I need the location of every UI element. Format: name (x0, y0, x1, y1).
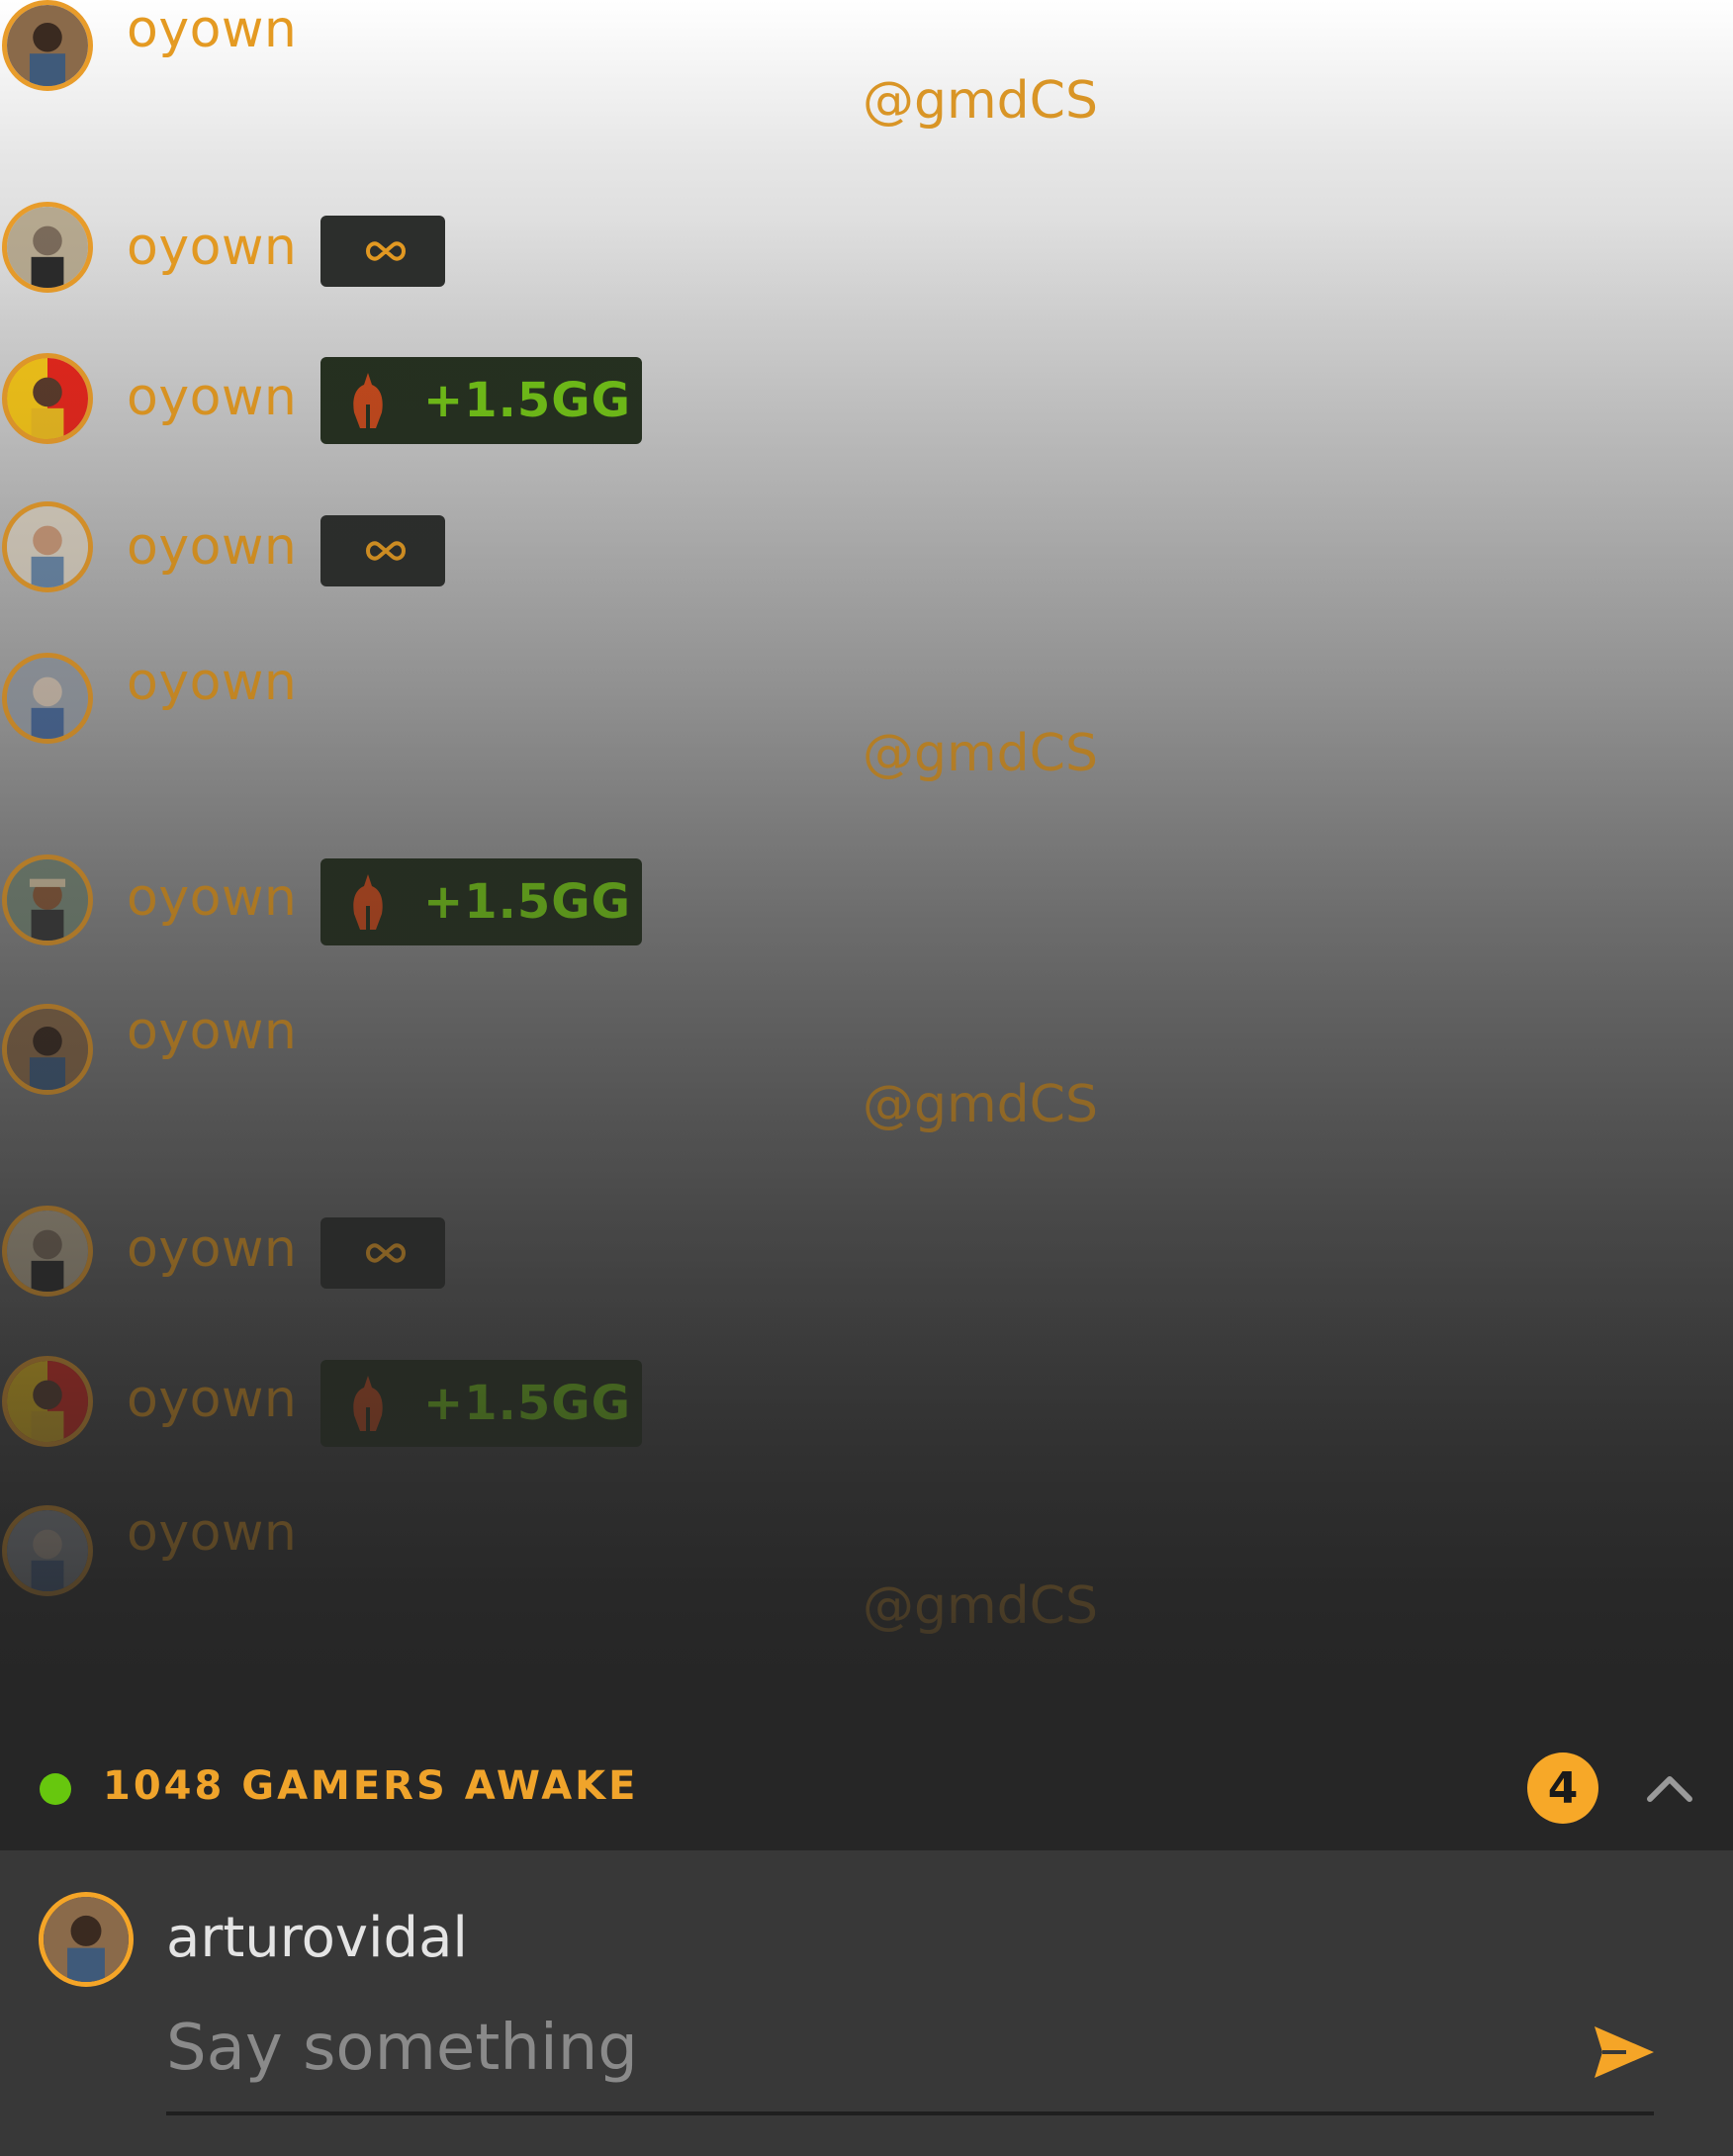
username[interactable]: oyown (127, 653, 297, 712)
gg-amount: +1.5GG (423, 373, 632, 428)
gg-amount: +1.5GG (423, 1376, 632, 1431)
user-avatar[interactable] (2, 501, 93, 592)
current-user-avatar[interactable] (39, 1892, 134, 1987)
user-avatar[interactable] (2, 653, 93, 744)
gg-amount: +1.5GG (423, 874, 632, 930)
username[interactable]: oyown (127, 0, 297, 59)
infinity-badge (320, 216, 445, 287)
infinity-icon (365, 541, 407, 561)
infinity-badge (320, 515, 445, 586)
online-count: 1048 GAMERS AWAKE (103, 1763, 639, 1809)
chat-feed[interactable]: oyown @gmdCS oyown oyown +1.5GG oyown oy… (0, 0, 1733, 1726)
user-avatar[interactable] (2, 1004, 93, 1095)
online-status-dot (40, 1773, 71, 1805)
mention-text[interactable]: @gmdCS (863, 71, 1098, 131)
spartan-helmet-icon (353, 1376, 383, 1431)
username[interactable]: oyown (127, 368, 297, 427)
current-username: arturovidal (166, 1906, 468, 1970)
user-avatar[interactable] (2, 202, 93, 293)
input-underline (166, 2111, 1654, 2115)
message-composer: arturovidal (0, 1850, 1733, 2156)
username[interactable]: oyown (127, 1219, 297, 1279)
notification-count-badge[interactable]: 4 (1527, 1752, 1598, 1824)
gg-reward-badge: +1.5GG (320, 357, 642, 444)
spartan-helmet-icon (353, 373, 383, 428)
username[interactable]: oyown (127, 517, 297, 577)
username[interactable]: oyown (127, 868, 297, 928)
gg-reward-badge: +1.5GG (320, 1360, 642, 1447)
mention-text[interactable]: @gmdCS (863, 724, 1098, 783)
chat-message: oyown (0, 501, 1733, 610)
mention-text[interactable]: @gmdCS (863, 1576, 1098, 1636)
chevron-up-icon[interactable] (1642, 1761, 1697, 1817)
user-avatar[interactable] (2, 1356, 93, 1447)
chat-message: oyown (0, 1204, 1733, 1312)
user-avatar[interactable] (2, 0, 93, 91)
chat-message: oyown @gmdCS (0, 1503, 1733, 1636)
mention-text[interactable]: @gmdCS (863, 1075, 1098, 1134)
spartan-helmet-icon (353, 874, 383, 930)
user-avatar[interactable] (2, 353, 93, 444)
user-avatar[interactable] (2, 1505, 93, 1596)
gg-reward-badge: +1.5GG (320, 858, 642, 945)
presence-bar: 1048 GAMERS AWAKE 4 (0, 1726, 1733, 1850)
send-icon[interactable] (1593, 2024, 1656, 2080)
chat-message: oyown +1.5GG (0, 351, 1733, 460)
username[interactable]: oyown (127, 1370, 297, 1429)
infinity-icon (365, 1243, 407, 1263)
chat-message: oyown (0, 200, 1733, 309)
username[interactable]: oyown (127, 1002, 297, 1061)
chat-message: oyown @gmdCS (0, 0, 1733, 131)
username[interactable]: oyown (127, 1503, 297, 1563)
user-avatar[interactable] (2, 1206, 93, 1297)
infinity-icon (365, 241, 407, 261)
chat-message: oyown @gmdCS (0, 651, 1733, 783)
chat-message: oyown @gmdCS (0, 1002, 1733, 1134)
infinity-badge (320, 1217, 445, 1289)
username[interactable]: oyown (127, 218, 297, 277)
user-avatar[interactable] (2, 854, 93, 945)
chat-message: oyown +1.5GG (0, 853, 1733, 961)
partial-badge (320, 1712, 642, 1726)
chat-message: oyown +1.5GG (0, 1354, 1733, 1463)
message-input[interactable] (166, 2009, 1571, 2088)
